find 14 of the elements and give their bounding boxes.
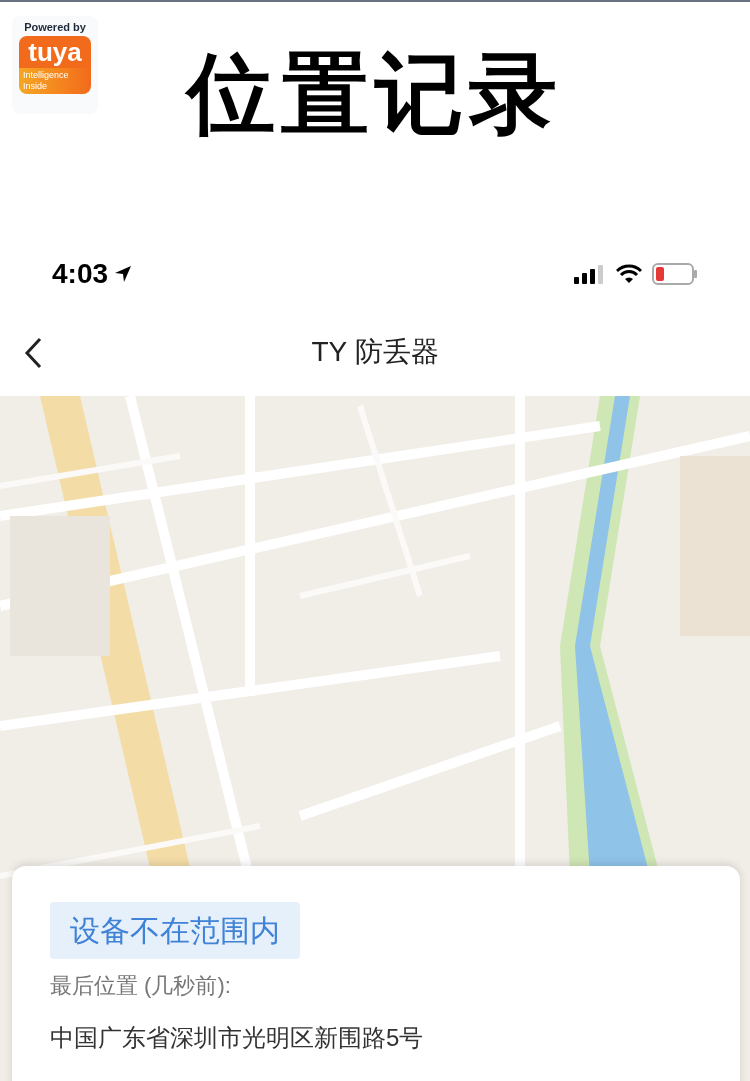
- nav-title: TY 防丢器: [311, 335, 439, 369]
- tagline-text: Intelligence: [23, 70, 70, 81]
- signal-icon: [574, 264, 606, 284]
- wifi-icon: [616, 264, 642, 284]
- status-time: 4:03: [52, 257, 109, 291]
- powered-by-text: Powered by: [24, 22, 86, 33]
- brand-logo: tuya: [19, 36, 91, 68]
- tagline-text: Inside: [23, 81, 49, 92]
- address-text: 中国广东省深圳市光明区新围路5号: [50, 1023, 424, 1053]
- status-tag: 设备不在范围内: [50, 902, 300, 959]
- location-arrow-icon: [114, 265, 133, 283]
- last-position-label: 最后位置 (几秒前):: [50, 972, 231, 1000]
- back-icon: [24, 337, 42, 369]
- battery-icon: [652, 263, 698, 285]
